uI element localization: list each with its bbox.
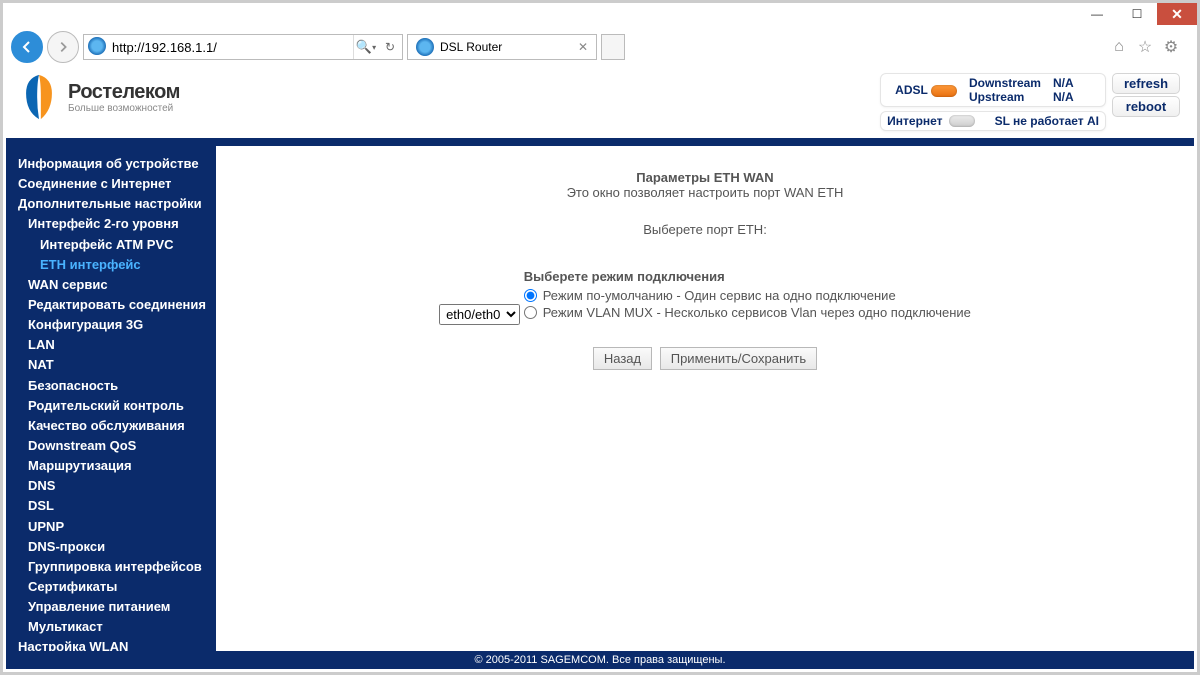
sidebar-item-24[interactable]: Настройка WLAN <box>18 637 212 651</box>
sidebar-item-7[interactable]: Редактировать соединения <box>18 295 212 315</box>
sidebar-item-20[interactable]: Группировка интерфейсов <box>18 557 212 577</box>
window-minimize-button[interactable]: — <box>1077 3 1117 25</box>
logo-mark-icon <box>20 73 58 121</box>
mode-default-label: Режим по-умолчанию - Один сервис на одно… <box>543 288 896 303</box>
favorites-icon[interactable]: ☆ <box>1135 37 1155 57</box>
downstream-label: Downstream <box>969 76 1041 90</box>
eth-port-select[interactable]: eth0/eth0 <box>439 304 520 325</box>
sidebar-item-12[interactable]: Родительский контроль <box>18 396 212 416</box>
internet-status-panel: Интернет SL не работает AI <box>880 111 1106 131</box>
sidebar-item-5[interactable]: ETH интерфейс <box>18 255 212 275</box>
sidebar-item-21[interactable]: Сертификаты <box>18 577 212 597</box>
browser-forward-button[interactable] <box>47 31 79 63</box>
adsl-label: ADSL <box>895 83 927 97</box>
internet-indicator-icon <box>949 115 975 127</box>
logo-title: Ростелеком <box>68 81 180 103</box>
sidebar-item-22[interactable]: Управление питанием <box>18 597 212 617</box>
mode-vlanmux-radio[interactable] <box>524 306 537 319</box>
search-dropdown-icon[interactable]: 🔍▾ <box>354 35 378 59</box>
window-close-button[interactable]: ✕ <box>1157 3 1197 25</box>
page-description: Это окно позволяет настроить порт WAN ET… <box>256 185 1154 200</box>
sidebar-item-17[interactable]: DSL <box>18 496 212 516</box>
window-maximize-button[interactable]: ☐ <box>1117 3 1157 25</box>
adsl-status-panel: ADSL Downstream Upstream N/A N/A <box>880 73 1106 107</box>
ie-page-icon <box>84 37 110 58</box>
browser-back-button[interactable] <box>11 31 43 63</box>
internet-label: Интернет <box>887 114 942 128</box>
tab-favicon-icon <box>416 38 434 56</box>
sidebar-item-23[interactable]: Мультикаст <box>18 617 212 637</box>
sidebar-item-6[interactable]: WAN сервис <box>18 275 212 295</box>
sidebar-item-8[interactable]: Конфигурация 3G <box>18 315 212 335</box>
sidebar-item-19[interactable]: DNS-прокси <box>18 537 212 557</box>
connection-mode-title: Выберете режим подключения <box>524 269 971 284</box>
logo: Ростелеком Больше возможностей <box>20 73 180 121</box>
upstream-label: Upstream <box>969 90 1041 104</box>
adsl-indicator-icon <box>931 85 957 97</box>
mode-vlanmux-label: Режим VLAN MUX - Несколько сервисов Vlan… <box>543 305 971 320</box>
sidebar-item-15[interactable]: Маршрутизация <box>18 456 212 476</box>
home-icon[interactable]: ⌂ <box>1109 37 1129 57</box>
sidebar-item-2[interactable]: Дополнительные настройки <box>18 194 212 214</box>
settings-gear-icon[interactable]: ⚙ <box>1161 37 1181 57</box>
reboot-button[interactable]: reboot <box>1112 96 1180 117</box>
downstream-value: N/A <box>1053 76 1074 90</box>
new-tab-button[interactable] <box>601 34 625 60</box>
window-controls: — ☐ ✕ <box>1077 3 1197 25</box>
tab-close-icon[interactable]: ✕ <box>578 40 588 54</box>
page-title: Параметры ETH WAN <box>256 170 1154 185</box>
refresh-icon[interactable]: ↻ <box>378 35 402 59</box>
browser-tab[interactable]: DSL Router ✕ <box>407 34 597 60</box>
address-bar[interactable]: 🔍▾ ↻ <box>83 34 403 60</box>
sidebar-item-13[interactable]: Качество обслуживания <box>18 416 212 436</box>
sidebar-item-9[interactable]: LAN <box>18 335 212 355</box>
sidebar-item-16[interactable]: DNS <box>18 476 212 496</box>
main-content: Параметры ETH WAN Это окно позволяет нас… <box>216 146 1194 651</box>
upstream-value: N/A <box>1053 90 1074 104</box>
url-input[interactable] <box>110 40 353 55</box>
back-button[interactable]: Назад <box>593 347 652 370</box>
router-header: Ростелеком Больше возможностей ADSL Down… <box>6 63 1194 138</box>
sidebar-item-18[interactable]: UPNP <box>18 517 212 537</box>
sidebar-nav: Информация об устройствеСоединение с Инт… <box>6 146 216 651</box>
tab-title: DSL Router <box>440 40 502 54</box>
mode-default-radio[interactable] <box>524 289 537 302</box>
internet-status-text: SL не работает AI <box>995 114 1099 128</box>
logo-subtitle: Больше возможностей <box>68 103 180 114</box>
sidebar-item-10[interactable]: NAT <box>18 355 212 375</box>
sidebar-item-3[interactable]: Интерфейс 2-го уровня <box>18 214 212 234</box>
apply-save-button[interactable]: Применить/Сохранить <box>660 347 817 370</box>
sidebar-item-1[interactable]: Соединение с Интернет <box>18 174 212 194</box>
sidebar-item-4[interactable]: Интерфейс ATM PVC <box>18 235 212 255</box>
refresh-button[interactable]: refresh <box>1112 73 1180 94</box>
sidebar-item-14[interactable]: Downstream QoS <box>18 436 212 456</box>
port-select-label: Выберете порт ETH: <box>256 222 1154 237</box>
sidebar-item-11[interactable]: Безопасность <box>18 376 212 396</box>
sidebar-item-0[interactable]: Информация об устройстве <box>18 154 212 174</box>
footer: © 2005-2011 SAGEMCOM. Все права защищены… <box>6 651 1194 669</box>
